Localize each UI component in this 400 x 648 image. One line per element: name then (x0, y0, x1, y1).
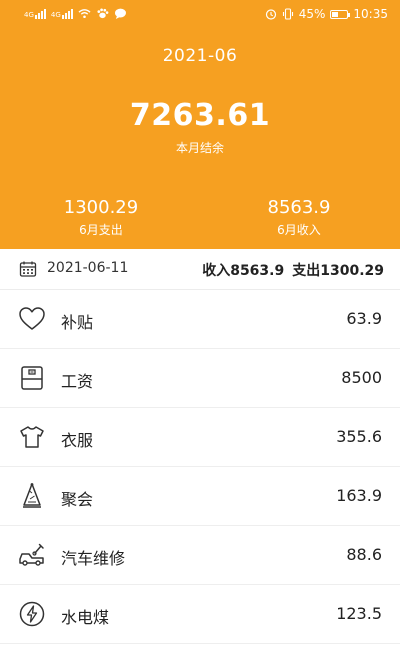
signal-icon: 4G (24, 8, 46, 19)
summary-header: 4G 4G 45% 10:35 2021-06 7263.61 本月结余 130… (0, 0, 400, 249)
day-expense-total: 支出1300.29 (292, 263, 384, 279)
monthly-expense-value: 1300.29 (63, 197, 139, 218)
status-bar: 4G 4G 45% 10:35 (0, 0, 400, 30)
transaction-name: 衣服 (61, 431, 94, 450)
transaction-amount: 63.9 (346, 309, 382, 328)
transaction-amount: 8500 (341, 368, 382, 387)
month-selector[interactable]: 2021-06 (0, 46, 400, 66)
transaction-amount: 88.6 (346, 545, 382, 564)
transaction-amount: 355.6 (336, 427, 382, 446)
status-right-group: 45% 10:35 (265, 7, 388, 21)
monthly-balance: 7263.61 (129, 98, 271, 133)
list-item[interactable]: 汽车维修 88.6 (0, 526, 400, 585)
transaction-name: 汽车维修 (61, 549, 126, 568)
list-item[interactable]: 衣服 355.6 (0, 408, 400, 467)
vibrate-icon (282, 8, 293, 20)
car-wrench-icon (19, 543, 44, 566)
sim-tag: 4G (24, 10, 34, 19)
app-screen: 4G 4G 45% 10:35 2021-06 7263.61 本月结余 130… (0, 0, 400, 648)
transaction-name: 补贴 (61, 313, 94, 332)
monthly-expense[interactable]: 1300.29 6月支出 (36, 197, 166, 238)
battery-fill (332, 11, 339, 17)
paw-icon (97, 8, 109, 19)
clock: 10:35 (353, 7, 388, 21)
day-summary-row: 2021-06-11 收入8563.9 支出1300.29 (0, 249, 400, 290)
list-item[interactable]: 补贴 63.9 (0, 290, 400, 349)
battery-icon (330, 9, 351, 19)
transaction-list: 补贴 63.9 工资 8500 衣服 355.6 聚会 163.9 汽车维修 8… (0, 290, 400, 644)
alarm-icon (265, 9, 276, 20)
monthly-income-label: 6月收入 (277, 223, 321, 237)
status-left-group: 4G 4G (24, 8, 127, 19)
shirt-icon (20, 426, 44, 448)
transaction-amount: 123.5 (336, 604, 382, 623)
battery-percent: 45% (298, 7, 326, 21)
list-item[interactable]: 水电煤 123.5 (0, 585, 400, 644)
utility-bolt-icon (19, 601, 45, 627)
sim-tag: 4G (50, 10, 61, 19)
transaction-name: 聚会 (61, 490, 94, 509)
monthly-expense-label: 6月支出 (79, 223, 123, 237)
calendar-icon (19, 261, 37, 277)
chat-icon (114, 8, 126, 19)
list-item[interactable]: 工资 8500 (0, 349, 400, 408)
heart-icon (19, 307, 45, 330)
list-item[interactable]: 聚会 163.9 (0, 467, 400, 526)
transaction-amount: 163.9 (336, 486, 382, 505)
transaction-name: 水电煤 (61, 608, 110, 627)
monthly-income[interactable]: 8563.9 6月收入 (234, 197, 364, 238)
wallet-icon (21, 366, 43, 390)
day-date: 2021-06-11 (47, 260, 129, 276)
signal-icon: 4G (50, 8, 73, 19)
day-income-total: 收入8563.9 (202, 263, 285, 279)
day-totals: 收入8563.9 支出1300.29 (202, 260, 384, 280)
monthly-balance-label: 本月结余 (175, 141, 224, 155)
transaction-name: 工资 (61, 372, 94, 391)
monthly-income-value: 8563.9 (267, 197, 331, 218)
party-hat-icon (23, 483, 41, 508)
wifi-icon (78, 9, 91, 19)
